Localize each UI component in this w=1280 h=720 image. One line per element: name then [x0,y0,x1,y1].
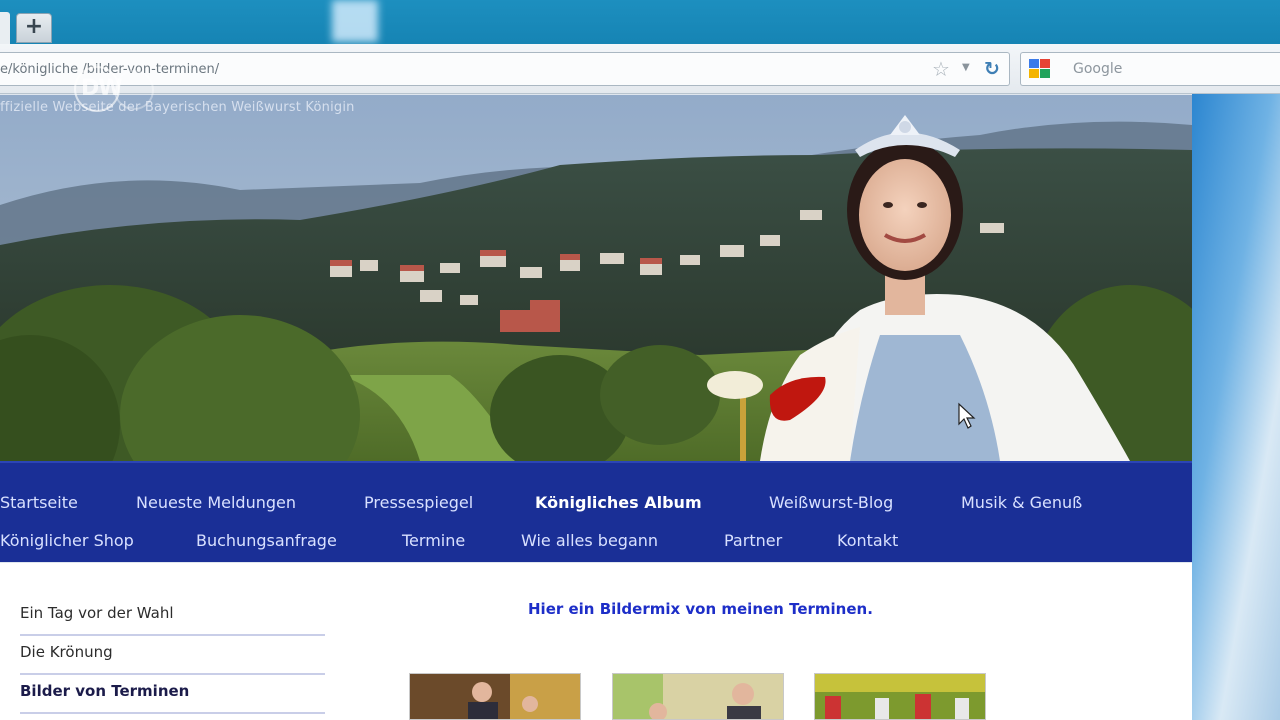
content-area: Ein Tag vor der Wahl Die Krönung Bilder … [0,563,1192,720]
active-tab[interactable] [0,12,10,44]
tab-strip: + [0,0,1280,44]
nav-weisswurst-blog[interactable]: Weißwurst-Blog [769,493,893,512]
hero-landscape-image [0,95,1192,461]
broadcaster-logo-watermark: DW [74,66,154,112]
nav-koeniglicher-shop[interactable]: Königlicher Shop [0,531,134,550]
nav-buchungsanfrage[interactable]: Buchungsanfrage [196,531,337,550]
nav-neueste-meldungen[interactable]: Neueste Meldungen [136,493,296,512]
thumbnail-image [815,674,985,719]
new-tab-button[interactable]: + [16,13,52,43]
gallery-thumbnail[interactable] [612,673,784,720]
subnav-ein-tag-vor-der-wahl[interactable]: Ein Tag vor der Wahl [20,597,325,636]
nav-musik-genuss[interactable]: Musik & Genuß [961,493,1082,512]
gallery-thumbnail[interactable] [814,673,986,720]
nav-termine[interactable]: Termine [402,531,465,550]
google-icon[interactable] [1029,59,1051,79]
watermark-text: DW [81,76,123,101]
subnav-die-kroenung[interactable]: Die Krönung [20,636,325,675]
nav-partner[interactable]: Partner [724,531,782,550]
search-box[interactable]: Google [1020,52,1280,86]
reload-icon[interactable]: ↻ [984,58,1000,80]
nav-wie-alles-begann[interactable]: Wie alles begann [521,531,658,550]
browser-toolbar: e/königliche /bilder-von-terminen/ ☆ ▼ ↻… [0,44,1280,94]
thumbnail-image [613,674,783,719]
gallery-thumbnail[interactable] [409,673,581,720]
nav-startseite[interactable]: Startseite [0,493,78,512]
thumbnail-image [410,674,580,719]
bookmark-star-icon[interactable]: ☆ [932,57,950,81]
nav-pressespiegel[interactable]: Pressespiegel [364,493,473,512]
hero-banner: ffizielle Webseite der Bayerischen Weißw… [0,95,1192,461]
search-placeholder: Google [1073,61,1123,77]
tab-highlight [332,0,378,42]
nav-koenigliches-album[interactable]: Königliches Album [535,493,702,512]
browser-window: + e/königliche /bilder-von-terminen/ ☆ ▼… [0,0,1280,720]
subnav-bilder-von-terminen[interactable]: Bilder von Terminen [20,675,325,714]
content-heading: Hier ein Bildermix von meinen Terminen. [528,600,873,618]
nav-kontakt[interactable]: Kontakt [837,531,898,550]
page-side-background [1192,94,1280,720]
history-dropdown-icon[interactable]: ▼ [962,62,970,73]
main-navigation: Startseite Neueste Meldungen Pressespieg… [0,461,1192,562]
site-tagline: ffizielle Webseite der Bayerischen Weißw… [0,100,355,115]
mouse-cursor-icon [958,402,976,429]
